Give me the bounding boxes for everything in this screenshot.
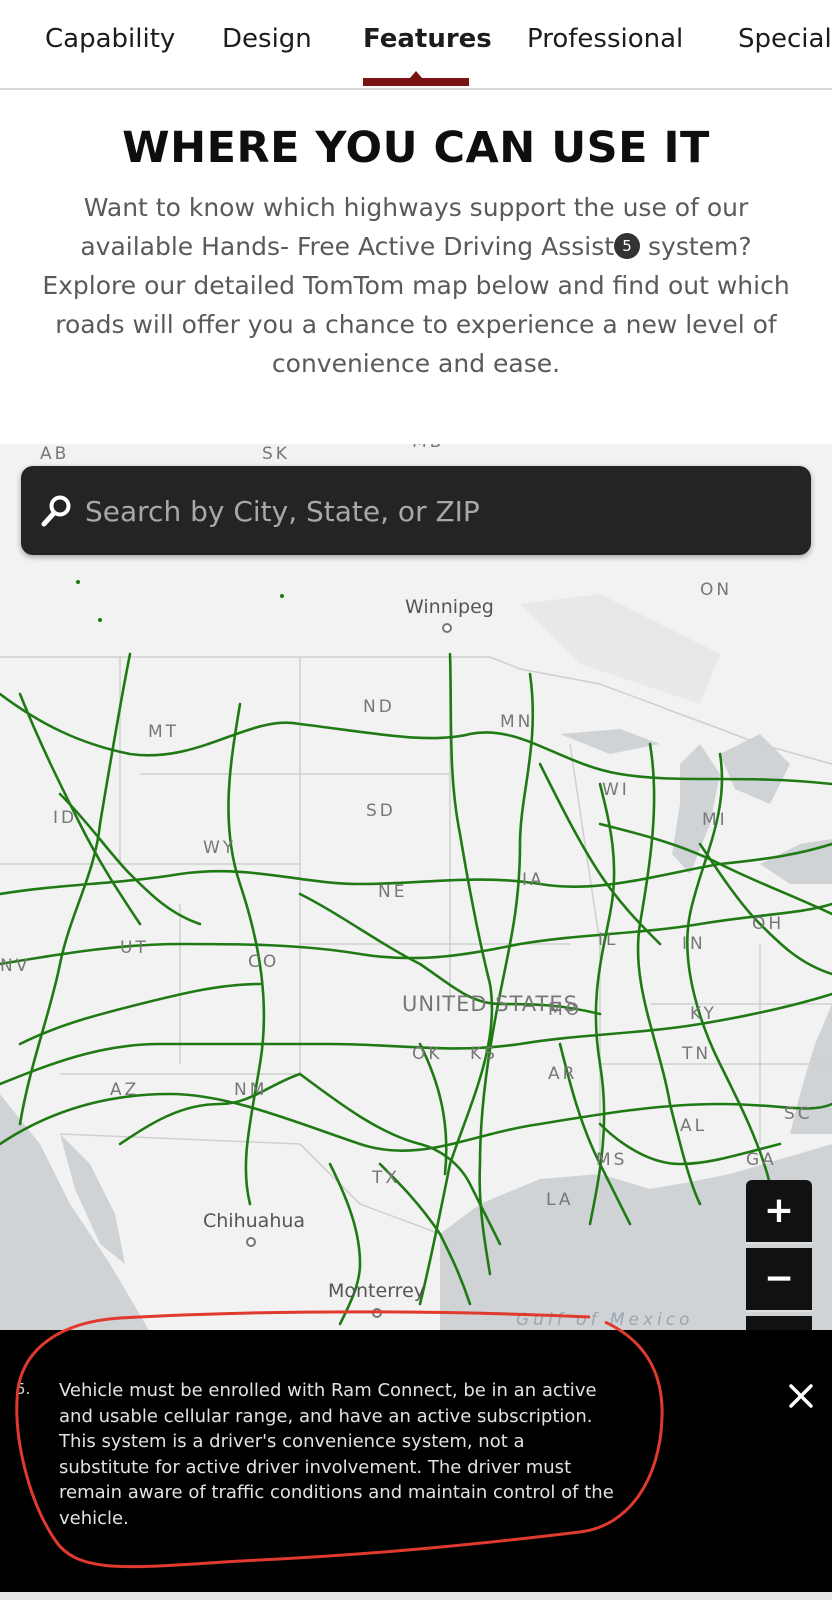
city-label-chihuahua: Chihuahua	[203, 1210, 306, 1232]
region-label-ks: KS	[470, 1044, 498, 1064]
region-label-mn: MN	[500, 712, 534, 732]
region-label-ga: GA	[746, 1150, 777, 1170]
search-icon[interactable]	[41, 494, 73, 528]
region-label-az: AZ	[110, 1080, 140, 1100]
highway-segment-dot	[280, 594, 284, 598]
region-label-il: IL	[598, 930, 619, 950]
region-label-al: AL	[680, 1116, 708, 1136]
highway-route	[58, 792, 202, 926]
red-annotation-circle	[15, 1310, 664, 1569]
region-label-la: LA	[546, 1190, 574, 1210]
region-label-id: ID	[53, 808, 78, 828]
region-label-on: ON	[700, 580, 733, 600]
region-label-sc: SC	[784, 1104, 813, 1124]
region-label-wy: WY	[203, 838, 237, 858]
region-label-nv: NV	[0, 956, 31, 976]
page-bottom-strip	[0, 1592, 832, 1600]
region-label-mo: MO	[548, 1000, 583, 1020]
tab-bar: Capability Design Features Professional …	[0, 0, 832, 90]
region-label-ne: NE	[378, 882, 408, 902]
region-label-nd: ND	[363, 697, 395, 717]
tab-special[interactable]: Special	[738, 24, 832, 54]
tomtom-map[interactable]: AB SK MB ON Winnipeg MT ND MN ID SD WI M…	[0, 444, 832, 1332]
footnote-reference-badge[interactable]: 5	[614, 233, 641, 259]
highway-route	[118, 1072, 302, 1146]
region-label-mb: MB	[412, 444, 444, 452]
region-label-mi: MI	[702, 810, 728, 830]
highway-route	[18, 982, 262, 1046]
tab-professional[interactable]: Professional	[527, 24, 683, 54]
zoom-out-button[interactable]: −	[746, 1248, 812, 1312]
city-marker-winnipeg	[442, 623, 452, 633]
highway-segment-dot	[98, 618, 102, 622]
active-tab-caret	[410, 71, 422, 78]
tab-capability[interactable]: Capability	[45, 24, 175, 54]
region-label-tn: TN	[682, 1044, 712, 1064]
region-label-ky: KY	[690, 1004, 717, 1024]
region-label-co: CO	[248, 952, 280, 972]
region-label-sk: SK	[262, 444, 290, 464]
region-label-ar: AR	[548, 1064, 578, 1084]
region-label-ia: IA	[522, 870, 545, 890]
highway-route	[0, 692, 832, 786]
region-label-ut: UT	[120, 938, 149, 958]
section-title: WHERE YOU CAN USE IT	[122, 123, 710, 173]
city-label-winnipeg: Winnipeg	[405, 596, 494, 618]
region-label-in: IN	[682, 934, 706, 954]
zoom-in-button[interactable]: +	[746, 1180, 812, 1244]
search-input[interactable]	[85, 488, 785, 534]
region-label-tx: TX	[372, 1168, 401, 1188]
region-label-nm: NM	[234, 1080, 268, 1100]
active-tab-indicator	[363, 78, 469, 86]
highway-segment-dot	[76, 580, 80, 584]
region-label-ok: OK	[412, 1044, 443, 1064]
city-label-monterrey: Monterrey	[328, 1280, 426, 1302]
intro-paragraph: Want to know which highways support the …	[40, 188, 792, 383]
tab-features[interactable]: Features	[363, 24, 492, 54]
region-label-ms: MS	[596, 1150, 628, 1170]
city-marker-chihuahua	[246, 1237, 256, 1247]
region-label-ab: AB	[40, 444, 70, 464]
region-label-mt: MT	[148, 722, 180, 742]
tab-design[interactable]: Design	[222, 24, 312, 54]
region-label-sd: SD	[366, 801, 396, 821]
map-search-box[interactable]	[21, 466, 811, 555]
highway-network	[0, 580, 832, 1326]
region-label-oh: OH	[752, 914, 785, 934]
region-label-wi: WI	[602, 780, 630, 800]
highway-route	[298, 1072, 502, 1246]
